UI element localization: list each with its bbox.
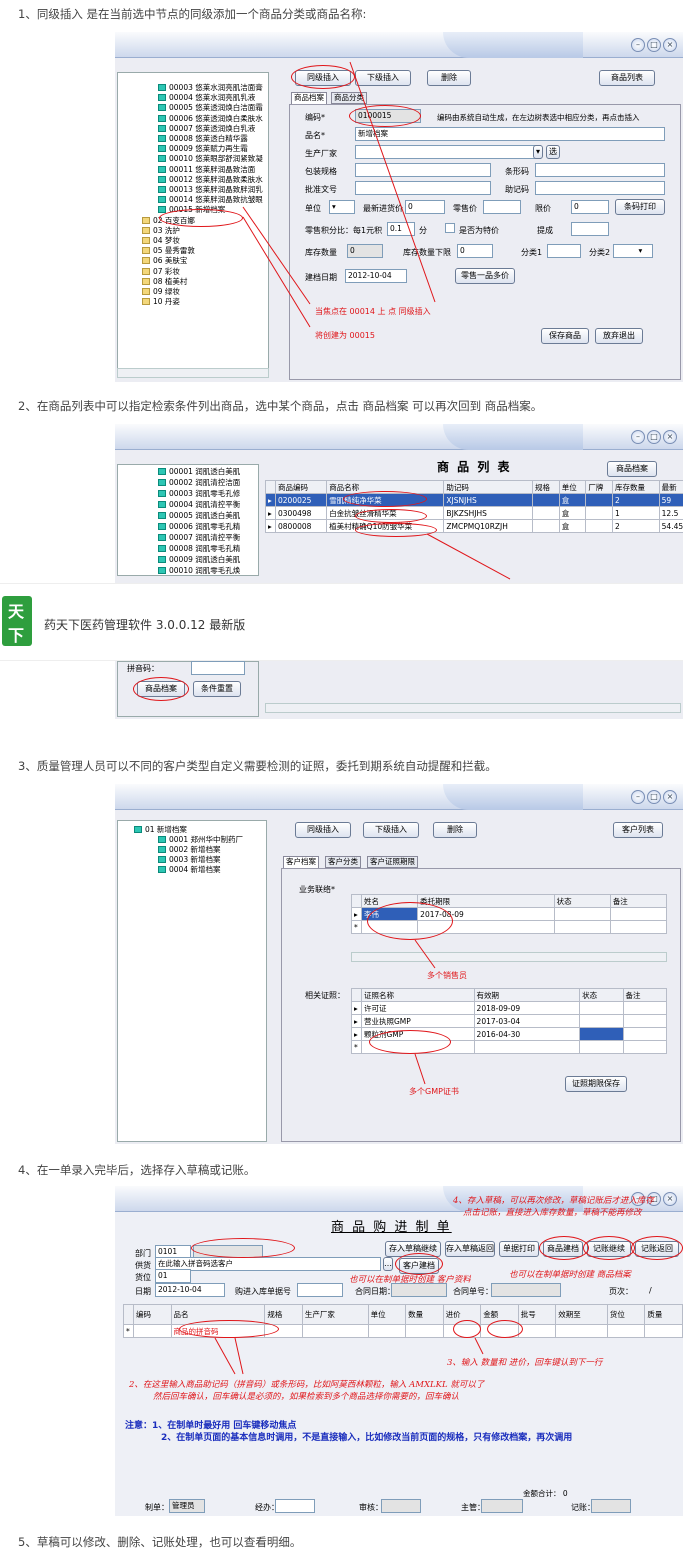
caption-4: 4、在一单录入完毕后，选择存入草稿或记账。 <box>18 1163 256 1177</box>
pinyin-field[interactable] <box>191 661 245 675</box>
audit-field <box>381 1499 421 1513</box>
annotation-arrows <box>426 533 511 580</box>
caption-1: 1、同级插入 是在当前选中节点的同级添加一个商品分类或商品名称: <box>18 7 367 21</box>
caption-5: 5、草稿可以修改、删除、记账处理，也可以查看明细。 <box>18 1535 302 1549</box>
bookkeeper-field <box>591 1499 631 1513</box>
purchase-order-window: – □ × 商 品 购 进 制 单 4、存入草稿，可以再次修改，草稿记账后才进入库存… <box>115 1186 683 1516</box>
reset-button[interactable]: 条件重置 <box>193 681 241 697</box>
annotation-arrows <box>414 939 436 1085</box>
customer-archive-window: – □ × 01 新增档案 0001 郑州华中制药厂 0002 新增档案 0003 新增档… <box>115 784 683 1144</box>
product-list-window: – □ × 00001 润肌透白美肌 00002 润肌清控洁面 00003 润肌零毛孔修… <box>115 424 683 584</box>
handler-field[interactable] <box>275 1499 315 1513</box>
tree-scrollbar[interactable] <box>117 368 269 378</box>
app-banner: 天下 药天下医药管理软件 3.0.0.12 最新版 <box>0 583 683 661</box>
table-scrollbar[interactable] <box>265 703 681 713</box>
total-amount: 金额合计： 0 <box>523 1489 568 1498</box>
pinyin-label: 拼音码： <box>127 664 159 673</box>
product-archive-window: – □ × 00003 悠莱水润亮肌洁面膏 00004 悠莱水润亮肌乳液 00005 悠… <box>115 32 683 382</box>
manager-field <box>481 1499 523 1513</box>
maker-field: 管理员 <box>169 1499 205 1513</box>
caption-2: 2、在商品列表中可以指定检索条件列出商品，选中某个商品，点击 商品档案 可以再次… <box>18 399 543 413</box>
product-list-window-bottom: 拼音码： 商品档案 条件重置 <box>115 661 683 719</box>
notice-2: 2、在制单页面的基本信息时调用，不是直接输入，比如修改当前页面的规格，只有修改档… <box>161 1433 573 1443</box>
audit-label: 审核： <box>359 1503 383 1512</box>
caption-3: 3、质量管理人员可以不同的客户类型自定义需要检测的证照，委托到期系统自动提醒和拦… <box>18 759 497 773</box>
maker-label: 制单： <box>145 1503 169 1512</box>
annotation-arrows <box>242 61 436 328</box>
banner-title: 药天下医药管理软件 3.0.0.12 最新版 <box>44 618 246 632</box>
app-logo: 天下 <box>2 596 32 646</box>
annotation-arrows <box>214 1337 484 1375</box>
